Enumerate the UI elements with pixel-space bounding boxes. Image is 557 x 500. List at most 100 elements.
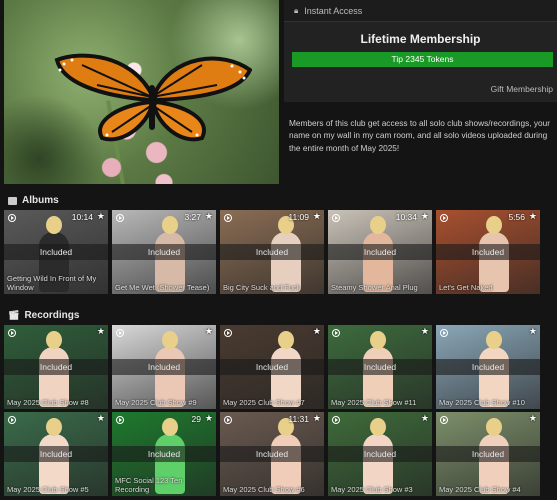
recordings-section-title: 🎬︎ Recordings — [8, 310, 79, 321]
included-badge: Included — [328, 359, 432, 375]
butterfly-icon — [54, 53, 252, 142]
video-title: Get Me Wet (Shower Tease) — [115, 283, 210, 292]
recordings-grid-row-1: ★ Included May 2025 Club Show #8 ★ Included M… — [4, 325, 540, 409]
video-tile[interactable]: ★ Included May 2025 Club Show #9 — [112, 325, 216, 409]
video-tile[interactable]: ★ Included May 2025 Club Show #11 — [328, 325, 432, 409]
performer-head — [46, 331, 62, 349]
video-tile[interactable]: ★ Included May 2025 Club Show #7 — [220, 325, 324, 409]
membership-panel: 🔒︎ Instant Access Lifetime Membership Ti… — [284, 0, 557, 102]
video-tile[interactable]: ★ Included May 2025 Club Show #10 — [436, 325, 540, 409]
albums-icon — [8, 196, 17, 205]
performer-head — [486, 418, 502, 436]
video-title: May 2025 Club Show #10 — [439, 398, 525, 407]
included-badge: Included — [4, 359, 108, 375]
video-title: MFC Social 123 Ten Recording — [115, 476, 183, 494]
video-title: May 2025 Club Show #4 — [439, 485, 521, 494]
play-icon — [116, 416, 124, 424]
video-tile[interactable]: ★ Included May 2025 Club Show #3 — [328, 412, 432, 496]
video-tile[interactable]: 5:56 ★ Included Let's Get Naked — [436, 210, 540, 294]
performer-head — [162, 331, 178, 349]
video-title: May 2025 Club Show #9 — [115, 398, 197, 407]
performer-head — [370, 331, 386, 349]
star-icon[interactable]: ★ — [529, 211, 537, 222]
video-tile[interactable]: 3:27 ★ Included Get Me Wet (Shower Tease) — [112, 210, 216, 294]
star-icon[interactable]: ★ — [313, 326, 321, 337]
albums-label: Albums — [22, 195, 59, 206]
star-icon[interactable]: ★ — [205, 211, 213, 222]
video-duration: 3:27 — [184, 212, 201, 222]
video-tile[interactable]: 11:09 ★ Included Big City Suck and Fuck — [220, 210, 324, 294]
play-icon — [8, 214, 16, 222]
play-icon — [332, 416, 340, 424]
video-title: May 2025 Club Show #11 — [331, 398, 417, 407]
tip-tokens-button[interactable]: Tip 2345 Tokens — [292, 52, 553, 67]
video-title: May 2025 Club Show #3 — [331, 485, 413, 494]
performer-head — [370, 216, 386, 234]
included-badge: Included — [436, 359, 540, 375]
video-tile[interactable]: ★ Included May 2025 Club Show #4 — [436, 412, 540, 496]
star-icon[interactable]: ★ — [97, 326, 105, 337]
video-duration: 29 — [191, 414, 201, 424]
performer-head — [278, 331, 294, 349]
included-badge: Included — [4, 244, 108, 260]
albums-section-title: Albums — [8, 195, 59, 206]
play-icon — [224, 329, 232, 337]
included-badge: Included — [112, 446, 216, 462]
play-icon — [8, 416, 16, 424]
video-duration: 5:56 — [508, 212, 525, 222]
star-icon[interactable]: ★ — [97, 211, 105, 222]
star-icon[interactable]: ★ — [421, 326, 429, 337]
star-icon[interactable]: ★ — [529, 326, 537, 337]
play-icon — [332, 329, 340, 337]
included-badge: Included — [112, 244, 216, 260]
included-badge: Included — [436, 244, 540, 260]
included-badge: Included — [220, 359, 324, 375]
included-badge: Included — [436, 446, 540, 462]
play-icon — [224, 416, 232, 424]
star-icon[interactable]: ★ — [421, 413, 429, 424]
included-badge: Included — [220, 446, 324, 462]
performer-head — [46, 216, 62, 234]
play-icon — [116, 329, 124, 337]
star-icon[interactable]: ★ — [205, 326, 213, 337]
recordings-label: Recordings — [24, 310, 80, 321]
video-title: Let's Get Naked — [439, 283, 493, 292]
included-badge: Included — [220, 244, 324, 260]
gift-membership-link[interactable]: Gift Membership — [491, 84, 553, 94]
membership-description: Members of this club get access to all s… — [289, 118, 551, 153]
video-tile[interactable]: 10:14 ★ Included Getting Wild In Front of M… — [4, 210, 108, 294]
video-duration: 10:14 — [71, 212, 93, 222]
star-icon[interactable]: ★ — [313, 413, 321, 424]
play-icon — [440, 329, 448, 337]
lock-icon: 🔒︎ — [294, 5, 299, 15]
video-tile[interactable]: 11:31 ★ Included May 2025 Club Show #6 — [220, 412, 324, 496]
play-icon — [440, 416, 448, 424]
albums-grid: 10:14 ★ Included Getting Wild In Front of M… — [4, 210, 540, 294]
star-icon[interactable]: ★ — [205, 413, 213, 424]
star-icon[interactable]: ★ — [97, 413, 105, 424]
performer-head — [162, 216, 178, 234]
star-icon[interactable]: ★ — [529, 413, 537, 424]
play-icon — [332, 214, 340, 222]
performer-head — [370, 418, 386, 436]
video-tile[interactable]: 10:34 ★ Included Steamy Shower Anal Plug — [328, 210, 432, 294]
video-duration: 11:09 — [288, 212, 309, 222]
membership-header: 🔒︎ Instant Access — [284, 0, 557, 22]
video-tile[interactable]: ★ Included May 2025 Club Show #5 — [4, 412, 108, 496]
video-tile[interactable]: ★ Included May 2025 Club Show #8 — [4, 325, 108, 409]
video-duration: 10:34 — [395, 212, 417, 222]
star-icon[interactable]: ★ — [313, 211, 321, 222]
video-tile[interactable]: 29 ★ Included MFC Social 123 Ten Recording — [112, 412, 216, 496]
play-icon — [440, 214, 448, 222]
membership-header-label: Instant Access — [304, 5, 363, 16]
monarch-butterfly-image — [4, 0, 279, 184]
video-title: May 2025 Club Show #5 — [7, 485, 89, 494]
recordings-icon: 🎬︎ — [8, 310, 20, 320]
play-icon — [116, 214, 124, 222]
video-title: Big City Suck and Fuck — [223, 283, 301, 292]
star-icon[interactable]: ★ — [421, 211, 429, 222]
membership-title: Lifetime Membership — [360, 32, 481, 46]
video-duration: 11:31 — [288, 414, 309, 424]
included-badge: Included — [328, 446, 432, 462]
play-icon — [8, 329, 16, 337]
